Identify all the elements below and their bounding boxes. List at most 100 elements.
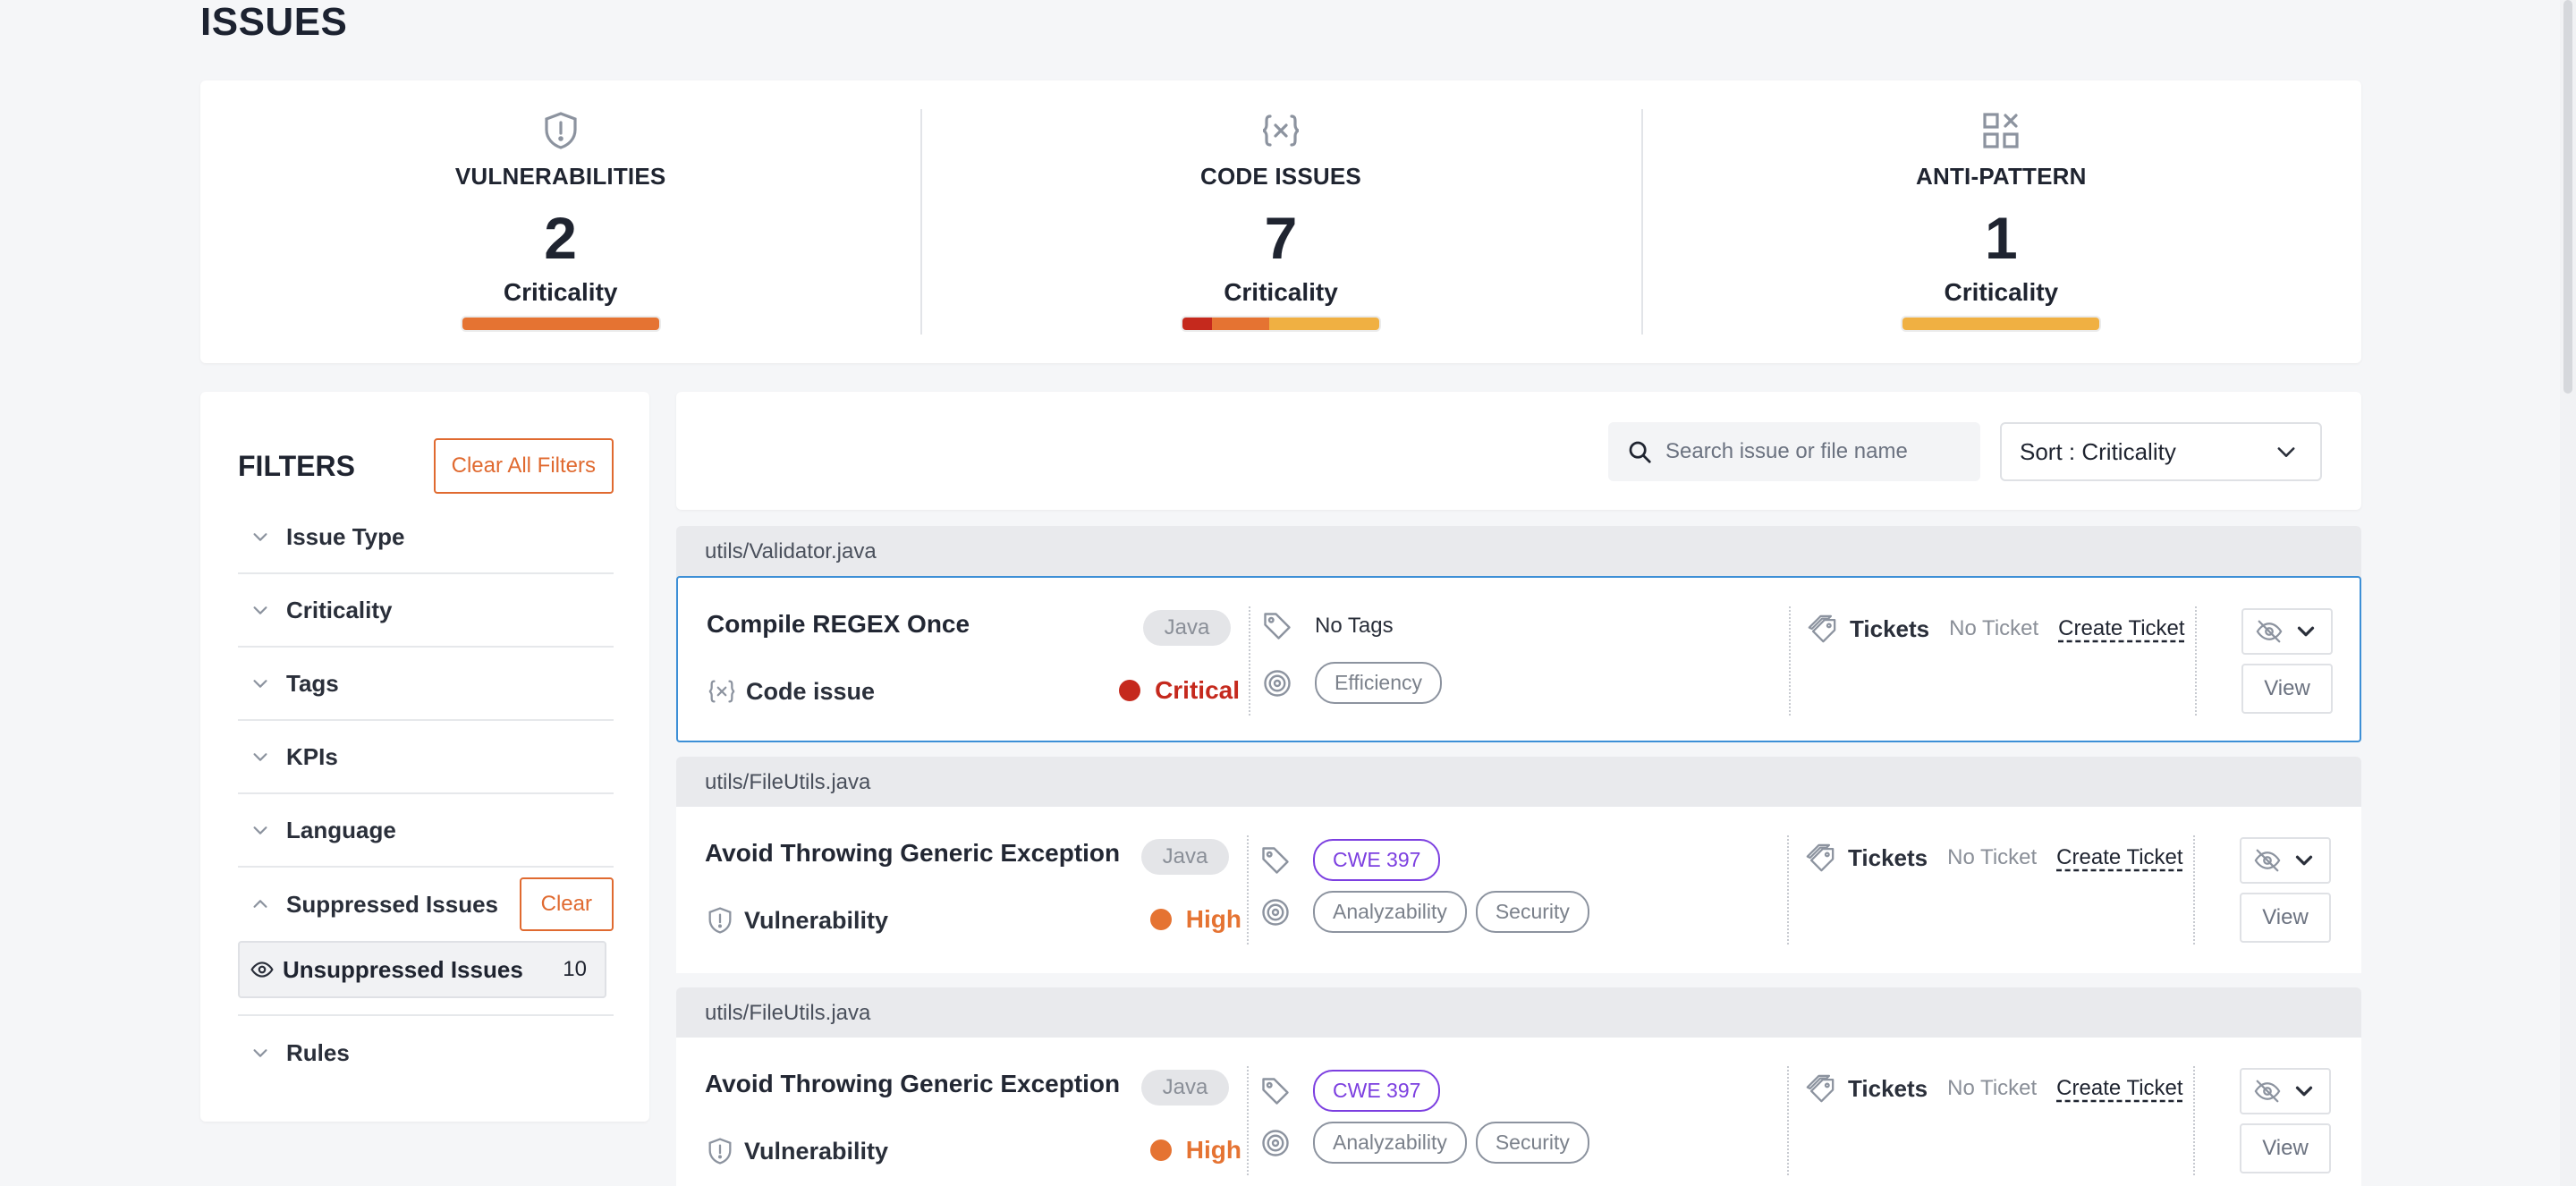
code-variable-icon [1262,114,1300,147]
filter-label: Tags [286,669,339,697]
criticality: Critical [1119,676,1240,705]
tag-list: CWE 397 [1313,839,1441,881]
summary-anti-pattern[interactable]: ANTI-PATTERN 1 Criticality [1640,80,2361,363]
tag-list: CWE 397 [1313,1070,1441,1112]
issue-row[interactable]: Compile REGEX Once Java Code issue Criti… [676,576,2361,742]
ticket-status: No Ticket [1947,845,2038,869]
suppress-menu-button[interactable] [2241,608,2333,655]
issue-type: Vulnerability [705,1136,888,1166]
issue-title[interactable]: Avoid Throwing Generic Exception [705,839,1120,868]
issue-title[interactable]: Compile REGEX Once [707,610,970,639]
ticket-tag-icon [1808,614,1836,643]
filter-language[interactable]: Language [238,794,614,868]
criticality-label: Criticality [1224,278,1338,306]
criticality-text: Critical [1155,676,1240,704]
tags-row: No Tags [1261,610,1394,642]
ticket-status: No Ticket [1947,1076,2038,1100]
filter-label: Rules [286,1038,350,1066]
shield-alert-icon [708,1138,732,1165]
create-ticket-link[interactable]: Create Ticket [2056,845,2182,870]
suppress-menu-button[interactable] [2240,1068,2331,1114]
grid-x-icon [1983,113,2019,148]
criticality-segment-critical [1182,318,1212,330]
view-button[interactable]: View [2240,893,2331,943]
filter-label: KPIs [286,742,338,770]
filter-issue-type[interactable]: Issue Type [238,501,614,574]
filter-rules[interactable]: Rules [238,1016,614,1089]
filter-label: Language [286,816,396,843]
tag-pill[interactable]: CWE 397 [1313,1070,1441,1112]
issue-row[interactable]: Avoid Throwing Generic Exception Java Vu… [676,807,2361,973]
chevron-down-icon [2277,447,2295,457]
suppress-menu-button[interactable] [2240,837,2331,884]
view-button[interactable]: View [2240,1123,2331,1173]
issue-type-label: Code issue [746,677,876,705]
summary-vulnerabilities[interactable]: VULNERABILITIES 2 Criticality [200,80,920,363]
summary-title: VULNERABILITIES [454,163,666,190]
summary-count: 7 [1264,205,1298,271]
criticality-bar [1180,316,1381,332]
issue-title[interactable]: Avoid Throwing Generic Exception [705,1070,1120,1098]
divider [1249,606,1250,716]
kpi-pill[interactable]: Analyzability [1313,891,1467,933]
target-icon [1262,898,1289,926]
criticality-text: High [1185,1136,1241,1164]
summary-title: CODE ISSUES [1200,163,1361,190]
issue-type: Vulnerability [705,905,888,936]
kpi-pill[interactable]: Security [1475,1122,1589,1164]
divider [1247,1066,1249,1175]
create-ticket-link[interactable]: Create Ticket [2058,616,2184,641]
sort-dropdown[interactable]: Sort : Criticality [2000,422,2322,481]
sort-label: Sort : Criticality [2020,437,2176,465]
kpis-row: Analyzability Security [1259,891,1589,933]
clear-suppressed-button[interactable]: Clear [519,877,614,931]
filter-tags[interactable]: Tags [238,648,614,721]
criticality-dot [1119,680,1141,701]
tags-row: CWE 397 [1259,839,1441,881]
file-header: utils/FileUtils.java [676,757,2361,809]
divider [1789,606,1791,716]
filter-kpis[interactable]: KPIs [238,721,614,794]
chevron-down-icon [253,826,267,834]
page-scrollbar-thumb[interactable] [2563,0,2572,394]
filters-header: FILTERS Clear All Filters [238,438,614,494]
issue-row[interactable]: Avoid Throwing Generic Exception Java Vu… [676,1038,2361,1186]
summary-code-issues[interactable]: CODE ISSUES 7 Criticality [920,80,1640,363]
tag-icon [1262,1077,1289,1105]
issue-type-label: Vulnerability [744,1137,889,1165]
unsuppressed-issues-option[interactable]: Unsuppressed Issues 10 [238,941,606,998]
ticket-status: No Ticket [1949,616,2039,640]
criticality-text: High [1185,905,1241,933]
criticality-segment-medium [1268,318,1379,330]
kpis-row: Analyzability Security [1259,1122,1589,1164]
search-input[interactable] [1665,439,1970,464]
tag-pill[interactable]: CWE 397 [1313,839,1441,881]
chevron-down-icon [253,1049,267,1057]
tag-icon [1264,613,1291,640]
create-ticket-link[interactable]: Create Ticket [2056,1076,2182,1101]
criticality-bar [1901,316,2102,332]
shield-alert-icon [708,907,732,934]
eye-icon [250,962,274,978]
summary-count: 1 [1984,205,2018,271]
filter-suppressed-issues[interactable]: Suppressed Issues Clear [238,868,614,941]
issues-toolbar: Sort : Criticality [676,392,2361,510]
kpi-pill[interactable]: Efficiency [1315,662,1443,704]
filter-criticality[interactable]: Criticality [238,574,614,648]
kpi-pill[interactable]: Analyzability [1313,1122,1467,1164]
kpis-row: Efficiency [1261,662,1443,704]
tickets-section: Tickets No Ticket Create Ticket [1805,1073,2183,1104]
criticality-segment-high [1211,318,1269,330]
clear-all-filters-button[interactable]: Clear All Filters [433,438,614,494]
language-badge: Java [1141,1070,1229,1106]
search-box[interactable] [1608,422,1980,481]
divider [2195,606,2197,716]
kpi-list: Analyzability Security [1313,1122,1589,1164]
option-label: Unsuppressed Issues [283,955,523,983]
summary-card: VULNERABILITIES 2 Criticality CODE ISSUE… [200,80,2361,363]
chevron-up-icon [253,900,267,908]
kpi-pill[interactable]: Security [1475,891,1589,933]
option-count: 10 [563,957,587,981]
no-tags-text: No Tags [1315,614,1394,638]
view-button[interactable]: View [2241,664,2333,714]
